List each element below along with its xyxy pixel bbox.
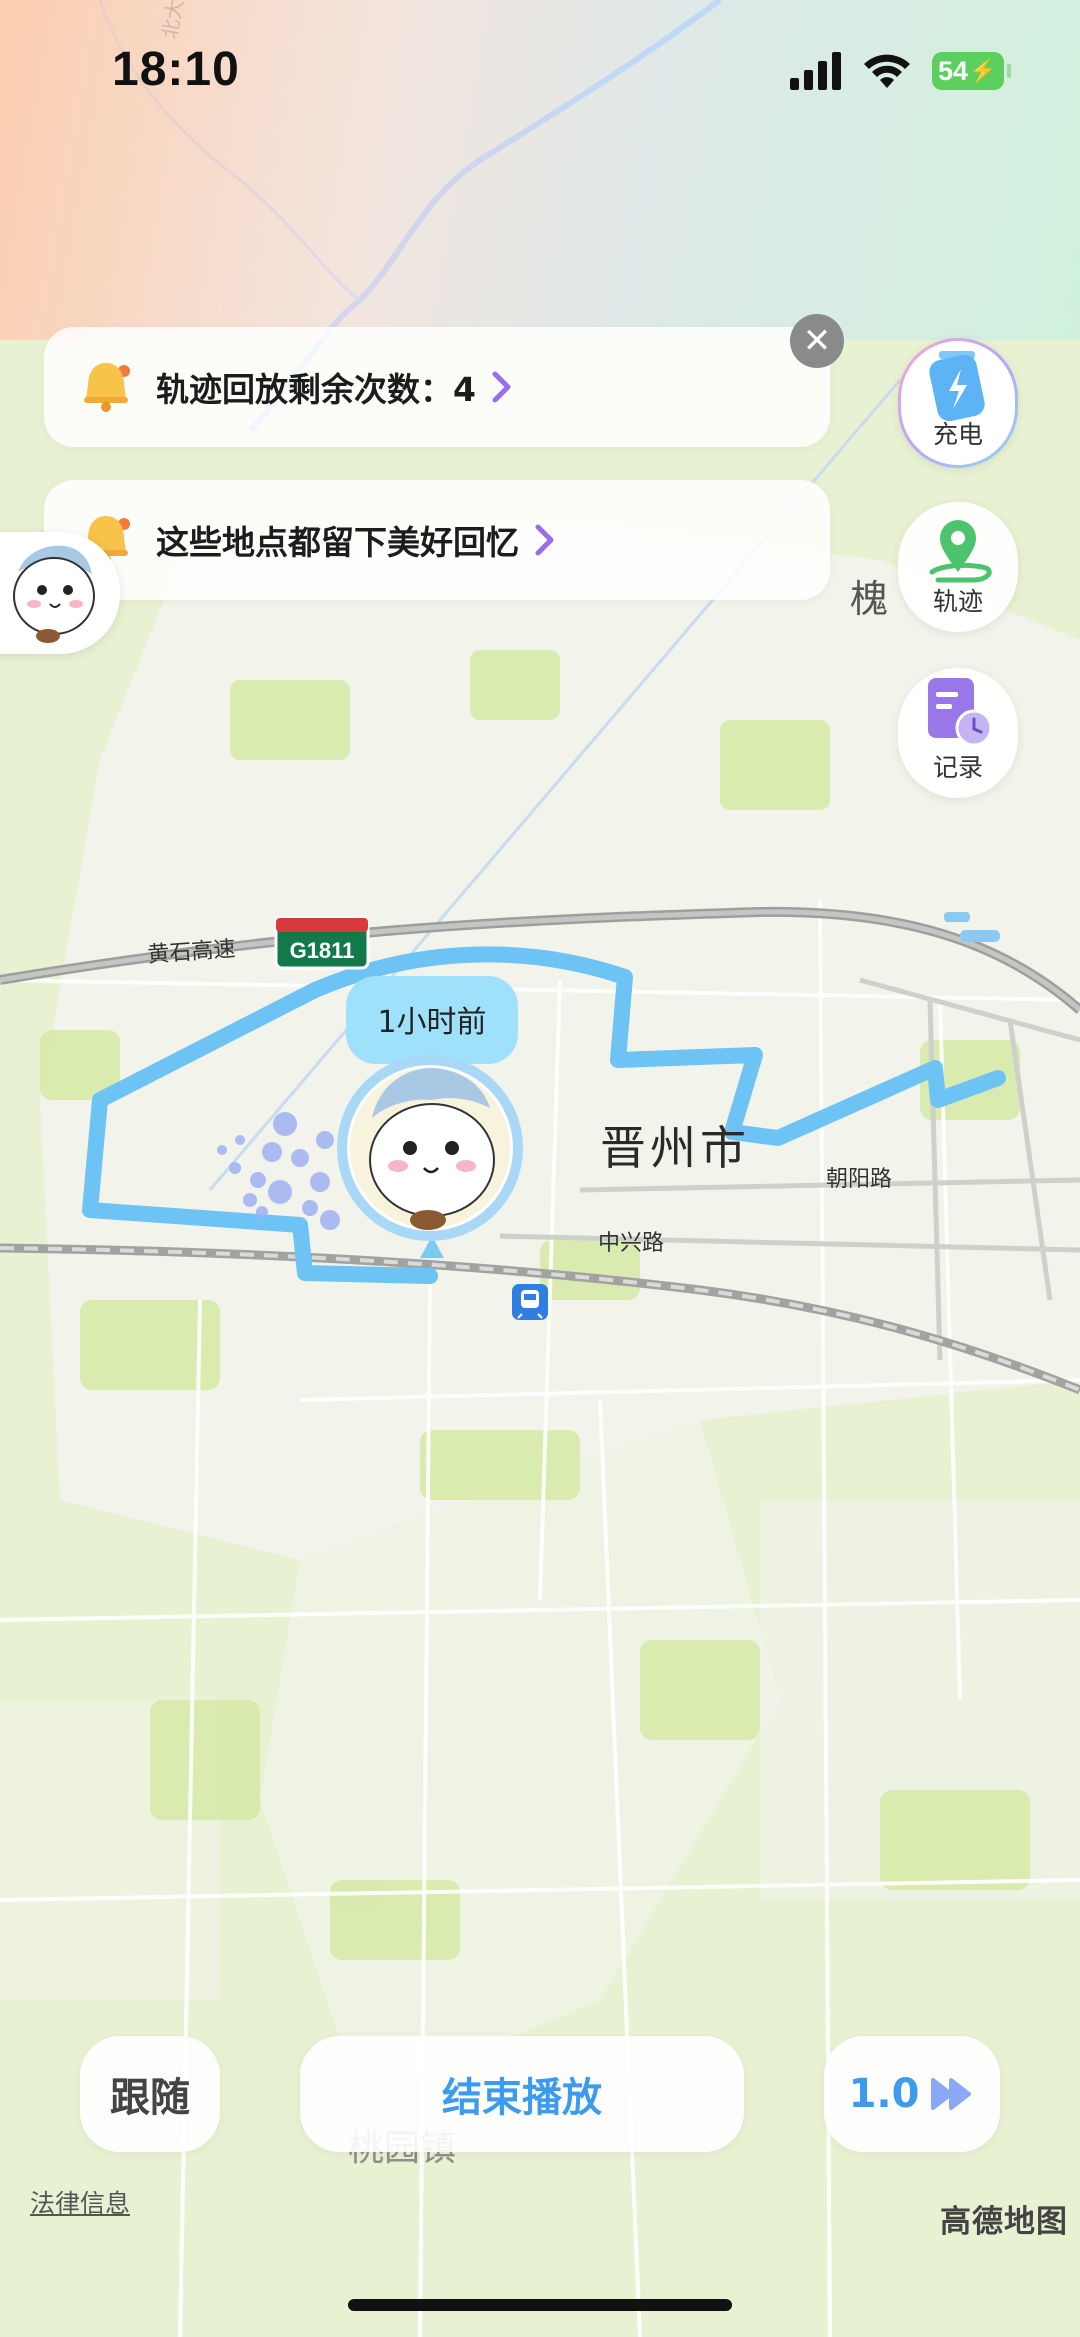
legal-info-link[interactable]: 法律信息 [30, 2184, 130, 2220]
playback-speed-button[interactable]: 1.0 [824, 2036, 1000, 2152]
playback-count-notice[interactable]: 轨迹回放剩余次数：4 [44, 327, 830, 447]
memories-notice[interactable]: 这些地点都留下美好回忆 [44, 480, 830, 600]
cellular-signal-icon [790, 52, 841, 90]
home-indicator[interactable] [348, 2299, 732, 2311]
fast-forward-icon [931, 2078, 972, 2110]
battery-level: 54 [938, 55, 969, 86]
status-bar: 18:10 54 ⚡ [0, 0, 1080, 140]
follow-button[interactable]: 跟随 [80, 2036, 220, 2152]
location-track-icon [929, 520, 992, 583]
record-clock-icon [928, 678, 993, 747]
road-label-chaoyang: 朝阳路 [826, 1167, 892, 1192]
track-button[interactable]: 轨迹 [898, 502, 1018, 632]
follow-label: 跟随 [110, 2075, 190, 2121]
road-label-zhongxing: 中兴路 [598, 1231, 664, 1256]
charge-button[interactable]: 充电 [898, 338, 1018, 468]
highway-shield-label: G1811 [290, 938, 355, 963]
close-notice-button[interactable]: ✕ [790, 314, 844, 368]
wifi-icon [864, 54, 910, 88]
city-label-partial: 槐 [850, 577, 888, 621]
battery-indicator: 54 ⚡ [932, 52, 1011, 90]
time-bubble-label: 1小时前 [377, 1005, 486, 1040]
character-avatar-icon [13, 545, 95, 643]
train-station-icon[interactable] [512, 1284, 548, 1320]
status-time: 18:10 [112, 43, 240, 96]
notice-text: 这些地点都留下美好回忆 [156, 523, 519, 562]
chevron-right-icon [535, 524, 554, 556]
character-avatar-button[interactable] [0, 532, 120, 654]
record-button[interactable]: 记录 [898, 668, 1018, 798]
chevron-right-icon [492, 371, 511, 403]
close-icon: ✕ [802, 321, 832, 361]
charging-bolt-icon: ⚡ [969, 58, 997, 83]
city-label: 晋州市 [600, 1121, 750, 1175]
amap-logo: 高德地图 [940, 2204, 1068, 2240]
notice-text: 轨迹回放剩余次数：4 [156, 370, 476, 409]
battery-charge-icon [929, 351, 985, 422]
highway-shield: G1811 [274, 916, 370, 970]
end-playback-label: 结束播放 [442, 2075, 602, 2121]
bell-icon [84, 363, 130, 412]
end-playback-button[interactable]: 结束播放 [300, 2036, 744, 2152]
time-bubble: 1小时前 [346, 976, 518, 1064]
speed-label: 1.0 [848, 2071, 920, 2117]
